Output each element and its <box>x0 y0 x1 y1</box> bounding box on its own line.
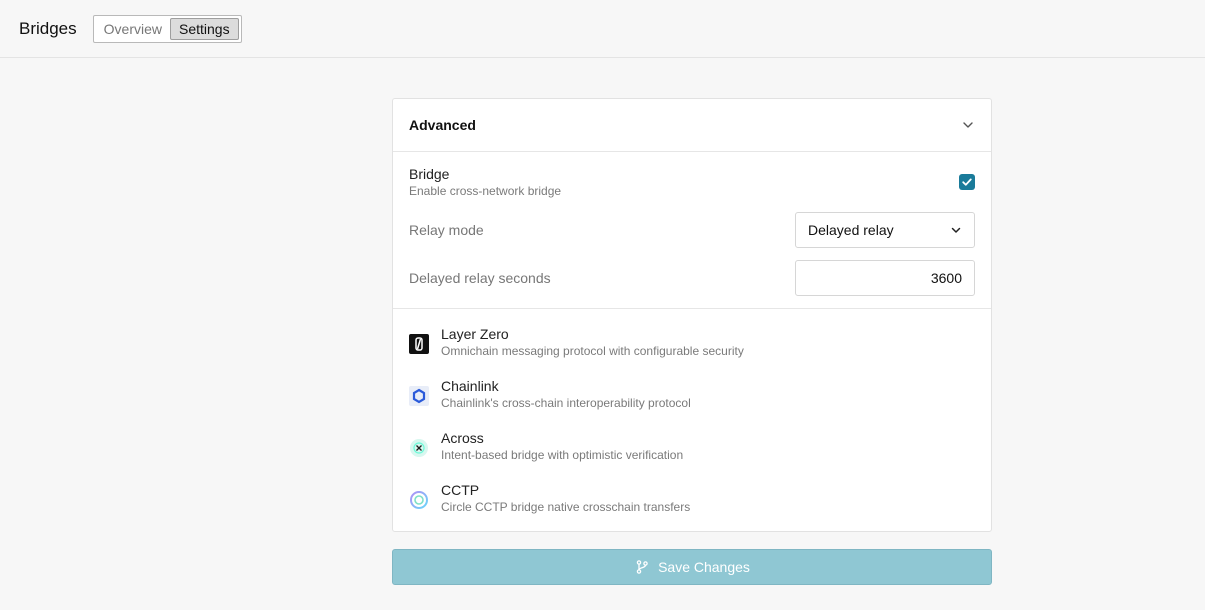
advanced-title: Advanced <box>409 117 476 133</box>
delayed-relay-row: Delayed relay seconds <box>409 260 975 296</box>
chainlink-icon <box>409 386 429 406</box>
advanced-card: Advanced Bridge Enable cross-network bri… <box>392 98 992 532</box>
delayed-relay-seconds-input[interactable] <box>795 260 975 296</box>
list-item[interactable]: Across Intent-based bridge with optimist… <box>393 430 991 482</box>
chevron-down-icon[interactable] <box>961 118 975 132</box>
bridge-description: Enable cross-network bridge <box>409 184 562 198</box>
list-item[interactable]: Chainlink Chainlink's cross-chain intero… <box>393 378 991 430</box>
advanced-header[interactable]: Advanced <box>393 99 991 152</box>
bridge-settings: Bridge Enable cross-network bridge Relay… <box>393 152 991 309</box>
relay-mode-label: Relay mode <box>409 222 484 238</box>
bridge-description: Intent-based bridge with optimistic veri… <box>441 448 684 462</box>
across-icon <box>410 439 428 457</box>
bridge-description: Circle CCTP bridge native crosschain tra… <box>441 500 691 514</box>
top-bar: Bridges Overview Settings <box>0 0 1205 58</box>
delayed-relay-label: Delayed relay seconds <box>409 270 551 286</box>
chevron-down-icon <box>951 227 961 233</box>
relay-mode-value: Delayed relay <box>808 222 894 238</box>
check-icon <box>962 178 972 186</box>
save-changes-label: Save Changes <box>658 559 750 575</box>
cctp-icon <box>410 491 428 509</box>
bridge-description: Omnichain messaging protocol with config… <box>441 344 744 358</box>
bridge-label: Bridge <box>409 166 450 182</box>
bridge-name: Chainlink <box>441 378 499 394</box>
bridge-description: Chainlink's cross-chain interoperability… <box>441 396 691 410</box>
bridge-enable-checkbox[interactable] <box>959 174 975 190</box>
save-changes-button[interactable]: Save Changes <box>392 549 992 585</box>
view-tabs: Overview Settings <box>92 14 242 43</box>
layerzero-icon <box>409 334 429 354</box>
page-title: Bridges <box>19 18 77 38</box>
relay-mode-row: Relay mode Delayed relay <box>409 212 975 248</box>
bridge-name: CCTP <box>441 482 480 498</box>
bridge-name: Layer Zero <box>441 326 509 342</box>
tab-overview[interactable]: Overview <box>96 18 170 40</box>
bridge-name: Across <box>441 430 484 446</box>
tab-settings[interactable]: Settings <box>170 17 239 40</box>
git-branch-icon <box>636 560 648 574</box>
list-item[interactable]: Layer Zero Omnichain messaging protocol … <box>393 326 991 378</box>
bridge-toggle-row: Bridge Enable cross-network bridge <box>409 166 975 200</box>
relay-mode-select[interactable]: Delayed relay <box>795 212 975 248</box>
list-item[interactable]: CCTP Circle CCTP bridge native crosschai… <box>393 482 991 534</box>
bridges-list: Layer Zero Omnichain messaging protocol … <box>393 309 991 534</box>
